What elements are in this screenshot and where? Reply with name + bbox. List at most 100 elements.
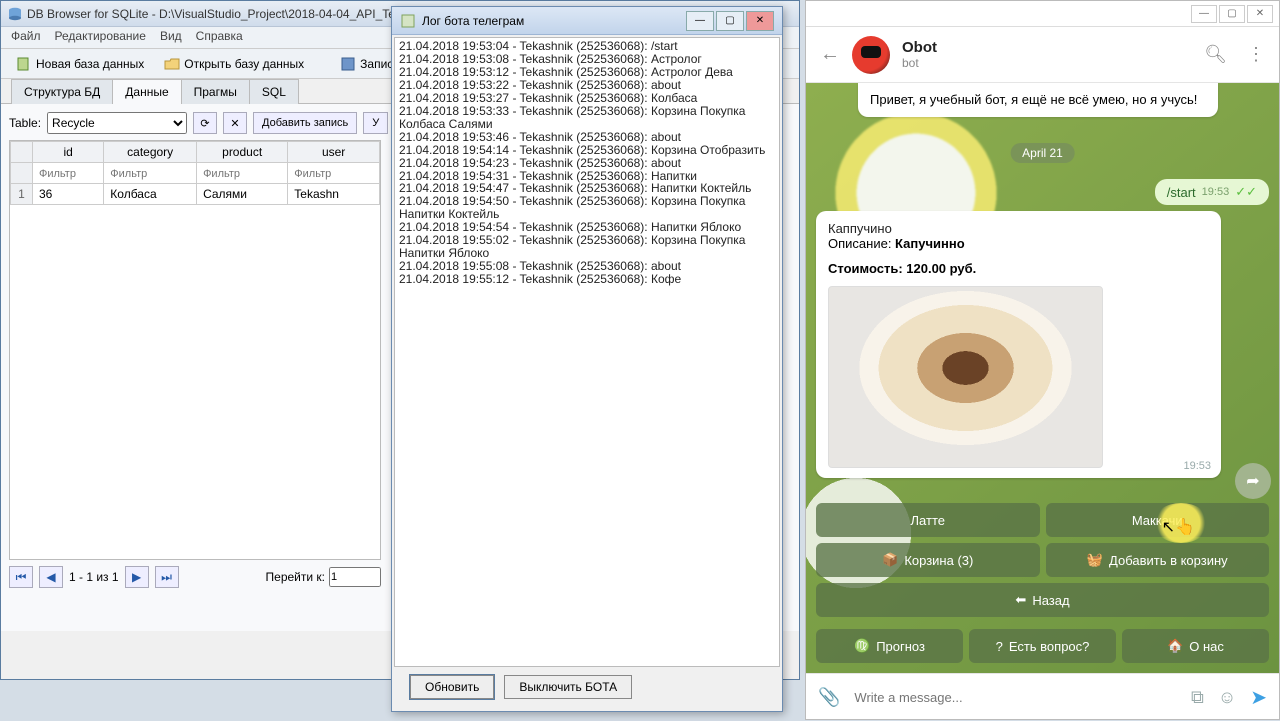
chat-name: Obot xyxy=(902,39,937,56)
refresh-button[interactable]: Обновить xyxy=(410,675,494,699)
nav-range: 1 - 1 из 1 xyxy=(69,570,119,584)
log-icon xyxy=(400,13,416,29)
goto-input[interactable] xyxy=(329,567,381,587)
table-label: Table: xyxy=(9,116,41,130)
tab-structure[interactable]: Структура БД xyxy=(11,79,113,104)
tab-data[interactable]: Данные xyxy=(112,79,181,104)
new-db-label: Новая база данных xyxy=(36,57,144,71)
back-icon[interactable]: ← xyxy=(820,43,840,66)
table-select[interactable]: Recycle xyxy=(47,112,187,134)
log-window: Лог бота телеграм — ▢ ✕ 21.04.2018 19:53… xyxy=(391,6,783,712)
input-row: 📎 ⧉ ☺ ➤ xyxy=(806,673,1279,721)
kb-question[interactable]: ? Есть вопрос? xyxy=(969,629,1116,663)
data-grid[interactable]: id category product user 1 36 Колбаса С xyxy=(9,140,381,560)
close-icon[interactable]: ✕ xyxy=(746,11,774,31)
open-db-label: Открыть базу данных xyxy=(184,57,304,71)
log-line: 21.04.2018 19:55:02 - Tekashnik (2525360… xyxy=(399,234,775,260)
kb-cart[interactable]: 📦 Корзина (3) xyxy=(816,543,1040,577)
service-text: What can this bot do? xyxy=(980,83,1096,93)
menu-help[interactable]: Справка xyxy=(196,29,243,46)
log-line: 21.04.2018 19:55:12 - Tekashnik (2525360… xyxy=(399,273,775,286)
log-line: 21.04.2018 19:53:27 - Tekashnik (2525360… xyxy=(399,92,775,105)
filter-user[interactable] xyxy=(294,168,373,180)
log-line: 21.04.2018 19:53:33 - Tekashnik (2525360… xyxy=(399,105,775,131)
refresh-icon[interactable]: ⟳ xyxy=(193,112,217,134)
tg-close-icon[interactable]: ✕ xyxy=(1247,5,1273,23)
stop-bot-button[interactable]: Выключить БОТА xyxy=(504,675,632,699)
log-line: 21.04.2018 19:53:08 - Tekashnik (2525360… xyxy=(399,53,775,66)
col-product[interactable]: product xyxy=(197,142,288,163)
table-row[interactable]: 1 36 Колбаса Салями Tekashn xyxy=(11,184,380,205)
log-title-text: Лог бота телеграм xyxy=(422,14,524,28)
menu-view[interactable]: Вид xyxy=(160,29,182,46)
menu-file[interactable]: Файл xyxy=(11,29,41,46)
commands-icon[interactable]: ⧉ xyxy=(1191,687,1204,708)
avatar[interactable] xyxy=(852,36,890,74)
add-record-button[interactable]: Добавить запись xyxy=(253,112,357,134)
open-db-icon xyxy=(164,56,180,72)
log-line: 21.04.2018 19:54:23 - Tekashnik (2525360… xyxy=(399,157,775,170)
out-time: 19:53 xyxy=(1202,186,1230,198)
card-desc: Капучинно xyxy=(895,236,965,251)
filter-id[interactable] xyxy=(39,168,97,180)
maximize-icon[interactable]: ▢ xyxy=(716,11,744,31)
col-id[interactable]: id xyxy=(33,142,104,163)
card-time: 19:53 xyxy=(1183,460,1211,472)
tab-sql[interactable]: SQL xyxy=(249,79,299,104)
open-db-button[interactable]: Открыть базу данных xyxy=(157,53,311,75)
nav-next-icon[interactable]: ▶ xyxy=(125,566,149,588)
goto-label: Перейти к: xyxy=(266,570,325,584)
tg-minimize-icon[interactable]: — xyxy=(1191,5,1217,23)
nav-prev-icon[interactable]: ◀ xyxy=(39,566,63,588)
read-checks-icon: ✓✓ xyxy=(1235,184,1257,200)
new-db-button[interactable]: Новая база данных xyxy=(9,53,151,75)
product-image xyxy=(828,286,1103,468)
save-icon xyxy=(340,56,356,72)
tg-maximize-icon[interactable]: ▢ xyxy=(1219,5,1245,23)
card-price: 120.00 руб. xyxy=(906,261,976,276)
minimize-icon[interactable]: — xyxy=(686,11,714,31)
attach-icon[interactable]: 📎 xyxy=(818,687,840,708)
clear-icon[interactable]: ✕ xyxy=(223,112,247,134)
menu-dots-icon[interactable]: ⋮ xyxy=(1247,44,1265,65)
grid-nav: ⏮ ◀ 1 - 1 из 1 ▶ ⏭ Перейти к: xyxy=(9,566,381,588)
log-line: 21.04.2018 19:53:04 - Tekashnik (2525360… xyxy=(399,40,775,53)
log-line: 21.04.2018 19:53:12 - Tekashnik (2525360… xyxy=(399,66,775,79)
tab-pragmas[interactable]: Прагмы xyxy=(181,79,250,104)
kb-about[interactable]: 🏠 О нас xyxy=(1122,629,1269,663)
nav-last-icon[interactable]: ⏭ xyxy=(155,566,179,588)
telegram-window: — ▢ ✕ ← Obot bot 🔍︎ ⋮ What can this bot … xyxy=(805,0,1280,720)
log-line: 21.04.2018 19:54:14 - Tekashnik (2525360… xyxy=(399,144,775,157)
message-input[interactable] xyxy=(854,690,1177,705)
col-category[interactable]: category xyxy=(104,142,197,163)
log-line: 21.04.2018 19:53:22 - Tekashnik (2525360… xyxy=(399,79,775,92)
nav-first-icon[interactable]: ⏮ xyxy=(9,566,33,588)
log-title-bar: Лог бота телеграм — ▢ ✕ xyxy=(392,7,782,35)
kb-back[interactable]: ⬅ Назад xyxy=(816,583,1269,617)
send-icon[interactable]: ➤ xyxy=(1250,685,1267,710)
menu-edit[interactable]: Редактирование xyxy=(55,29,146,46)
db-title-text: DB Browser for SQLite - D:\VisualStudio_… xyxy=(27,7,398,21)
filter-category[interactable] xyxy=(110,168,190,180)
greeting-text: Привет, я учебный бот, я ещё не всё умею… xyxy=(870,92,1197,107)
kb-add-to-cart[interactable]: 🧺 Добавить в корзину xyxy=(1046,543,1270,577)
inline-keyboard: Латте Маккачи 📦 Корзина (3) 🧺 Добавить в… xyxy=(816,503,1269,617)
forward-icon[interactable]: ➦ xyxy=(1235,463,1271,499)
emoji-icon[interactable]: ☺ xyxy=(1218,687,1236,708)
outgoing-message: /start 19:53 ✓✓ xyxy=(1155,179,1269,205)
new-db-icon xyxy=(16,56,32,72)
date-chip: April 21 xyxy=(1010,143,1075,163)
col-user[interactable]: user xyxy=(288,142,380,163)
search-icon[interactable]: 🔍︎ xyxy=(1204,44,1227,65)
inline-keyboard-row3: ♍ Прогноз ? Есть вопрос? 🏠 О нас xyxy=(816,629,1269,663)
kb-macchiato[interactable]: Маккачи xyxy=(1046,503,1270,537)
log-body[interactable]: 21.04.2018 19:53:04 - Tekashnik (2525360… xyxy=(394,37,780,667)
kb-forecast[interactable]: ♍ Прогноз xyxy=(816,629,963,663)
chat-area[interactable]: What can this bot do? Привет, я учебный … xyxy=(806,83,1279,673)
incoming-message: What can this bot do? Привет, я учебный … xyxy=(858,83,1218,117)
delete-record-button[interactable]: У xyxy=(363,112,388,134)
filter-product[interactable] xyxy=(203,168,281,180)
kb-latte[interactable]: Латте xyxy=(816,503,1040,537)
tg-window-controls: — ▢ ✕ xyxy=(806,1,1279,27)
product-card: Каппучино Описание: Капучинно Стоимость:… xyxy=(816,211,1221,478)
